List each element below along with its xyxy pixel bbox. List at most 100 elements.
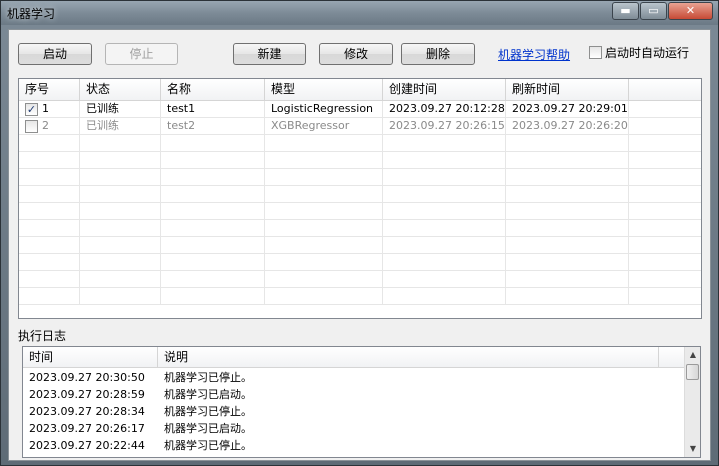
table-row[interactable] bbox=[19, 152, 701, 169]
row-index: 2 bbox=[42, 119, 49, 132]
table-cell bbox=[80, 220, 161, 237]
table-cell bbox=[629, 237, 701, 254]
start-button[interactable]: 启动 bbox=[18, 43, 92, 65]
table-cell bbox=[80, 237, 161, 254]
table-cell bbox=[506, 186, 629, 203]
row-checkbox[interactable] bbox=[25, 119, 38, 133]
table-cell bbox=[161, 220, 265, 237]
scroll-thumb[interactable] bbox=[686, 364, 699, 380]
table-row[interactable] bbox=[19, 186, 701, 203]
table-cell bbox=[19, 135, 80, 152]
row-checkbox[interactable]: ✓ bbox=[25, 102, 38, 116]
help-link[interactable]: 机器学习帮助 bbox=[498, 46, 570, 63]
table-cell bbox=[629, 101, 701, 118]
table-cell bbox=[80, 186, 161, 203]
table-cell: 2 bbox=[19, 118, 80, 135]
log-row[interactable]: 2023.09.27 20:28:59 机器学习已启动。 bbox=[23, 386, 685, 403]
table-cell: test2 bbox=[161, 118, 265, 135]
table-cell bbox=[161, 271, 265, 288]
table-cell bbox=[80, 288, 161, 305]
table-row[interactable] bbox=[19, 271, 701, 288]
table-cell bbox=[383, 271, 506, 288]
table-cell bbox=[161, 237, 265, 254]
log-col-time[interactable]: 时间 bbox=[23, 347, 158, 368]
table-cell bbox=[629, 118, 701, 135]
table-row[interactable]: ✓ 1 已训练 test1 LogisticRegression 2023.09.27 2… bbox=[19, 101, 701, 118]
table-row[interactable] bbox=[19, 203, 701, 220]
col-header-model[interactable]: 模型 bbox=[265, 79, 383, 101]
models-table: 序号 状态 名称 模型 创建时间 刷新时间 ✓ 1 已训练 test1 Logistic… bbox=[18, 78, 702, 319]
log-col-desc[interactable]: 说明 bbox=[158, 347, 659, 368]
autorun-label: 启动时自动运行 bbox=[605, 46, 690, 60]
delete-button[interactable]: 删除 bbox=[401, 43, 475, 65]
table-cell: 2023.09.27 20:12:28 bbox=[383, 101, 506, 118]
table-cell: 2023.09.27 20:29:01 bbox=[506, 101, 629, 118]
table-cell bbox=[506, 288, 629, 305]
table-cell bbox=[629, 203, 701, 220]
col-header-refreshed[interactable]: 刷新时间 bbox=[506, 79, 629, 101]
new-button[interactable]: 新建 bbox=[233, 43, 306, 65]
col-header-name[interactable]: 名称 bbox=[161, 79, 265, 101]
table-cell bbox=[383, 152, 506, 169]
app-window: 机器学习 ▬ ▭ ✕ 启动 停止 新建 修改 删除 机器学习帮助 启动时自动运行… bbox=[0, 0, 719, 466]
log-scrollbar[interactable]: ▲ ▼ bbox=[684, 347, 700, 457]
table-cell bbox=[265, 152, 383, 169]
log-row[interactable]: 2023.09.27 20:28:34 机器学习已停止。 bbox=[23, 403, 685, 420]
table-cell: test1 bbox=[161, 101, 265, 118]
autorun-checkbox[interactable] bbox=[589, 46, 602, 59]
col-header-created[interactable]: 创建时间 bbox=[383, 79, 506, 101]
table-cell: 已训练 bbox=[80, 118, 161, 135]
table-cell bbox=[19, 152, 80, 169]
scroll-up-icon[interactable]: ▲ bbox=[685, 347, 700, 363]
table-cell bbox=[383, 254, 506, 271]
table-cell: XGBRegressor bbox=[265, 118, 383, 135]
table-cell bbox=[506, 271, 629, 288]
edit-button[interactable]: 修改 bbox=[319, 43, 393, 65]
log-row[interactable]: 2023.09.27 20:22:44 机器学习已停止。 bbox=[23, 437, 685, 454]
maximize-button[interactable]: ▭ bbox=[640, 2, 667, 20]
table-cell bbox=[161, 203, 265, 220]
table-cell bbox=[161, 169, 265, 186]
log-desc: 机器学习已停止。 bbox=[164, 405, 252, 418]
table-row[interactable] bbox=[19, 288, 701, 305]
table-cell bbox=[265, 237, 383, 254]
col-header-index[interactable]: 序号 bbox=[19, 79, 80, 101]
log-desc: 机器学习已启动。 bbox=[164, 422, 252, 435]
stop-button[interactable]: 停止 bbox=[105, 43, 178, 65]
table-cell bbox=[19, 271, 80, 288]
log-desc: 机器学习已停止。 bbox=[164, 439, 252, 452]
table-cell bbox=[506, 152, 629, 169]
title-bar[interactable]: 机器学习 ▬ ▭ ✕ bbox=[1, 1, 718, 25]
table-cell bbox=[383, 203, 506, 220]
table-cell bbox=[629, 135, 701, 152]
log-time: 2023.09.27 20:30:50 bbox=[29, 371, 145, 384]
log-row[interactable]: 2023.09.27 20:26:17 机器学习已启动。 bbox=[23, 420, 685, 437]
log-row[interactable]: 2023.09.27 20:30:50 机器学习已停止。 bbox=[23, 369, 685, 386]
table-row[interactable] bbox=[19, 169, 701, 186]
table-cell bbox=[80, 203, 161, 220]
table-cell bbox=[383, 135, 506, 152]
table-row[interactable] bbox=[19, 135, 701, 152]
table-cell bbox=[19, 203, 80, 220]
table-cell bbox=[265, 203, 383, 220]
scroll-down-icon[interactable]: ▼ bbox=[685, 441, 700, 457]
minimize-button[interactable]: ▬ bbox=[612, 2, 639, 20]
window-title: 机器学习 bbox=[7, 7, 56, 21]
table-cell bbox=[506, 220, 629, 237]
log-list: 时间 说明 2023.09.27 20:30:50 机器学习已停止。 2023.09… bbox=[22, 346, 701, 458]
table-row[interactable] bbox=[19, 220, 701, 237]
table-cell bbox=[629, 169, 701, 186]
table-row[interactable] bbox=[19, 254, 701, 271]
models-table-body: ✓ 1 已训练 test1 LogisticRegression 2023.09.27 2… bbox=[19, 101, 701, 318]
close-button[interactable]: ✕ bbox=[668, 2, 713, 20]
col-header-status[interactable]: 状态 bbox=[80, 79, 161, 101]
table-cell bbox=[161, 186, 265, 203]
table-row[interactable] bbox=[19, 237, 701, 254]
table-cell: LogisticRegression bbox=[265, 101, 383, 118]
autorun-option[interactable]: 启动时自动运行 bbox=[589, 44, 689, 61]
table-cell bbox=[19, 169, 80, 186]
table-cell bbox=[383, 237, 506, 254]
table-cell bbox=[80, 152, 161, 169]
table-row[interactable]: 2 已训练 test2 XGBRegressor 2023.09.27 20:26:15… bbox=[19, 118, 701, 135]
table-cell bbox=[161, 254, 265, 271]
